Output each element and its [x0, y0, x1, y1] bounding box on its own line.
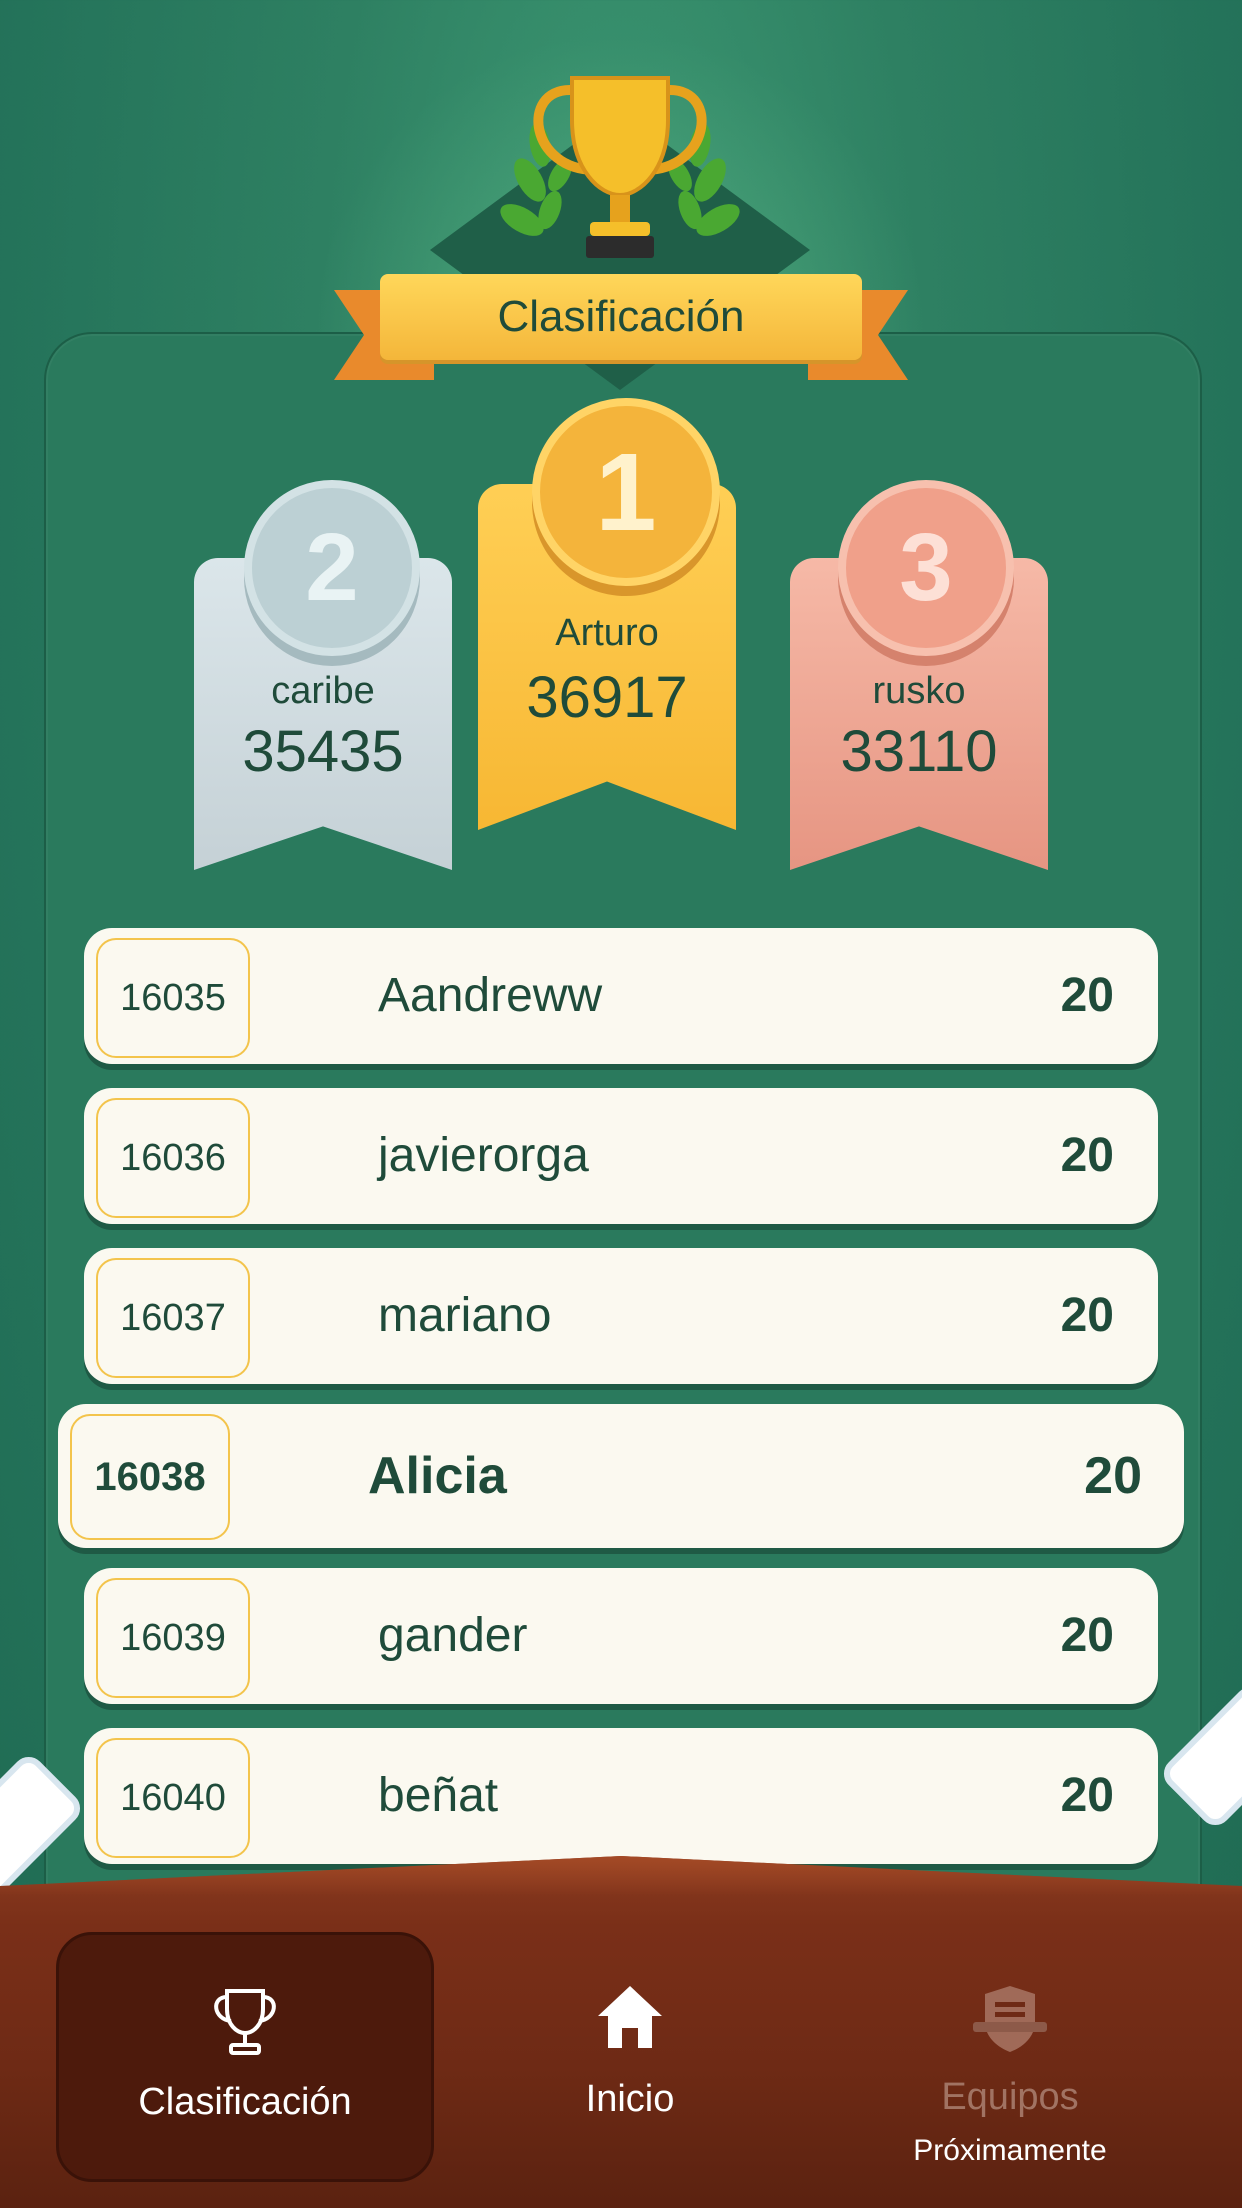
nav-home-label: Inicio: [585, 2078, 675, 2120]
podium-score: 35435: [242, 719, 404, 784]
podium-score: 33110: [840, 719, 998, 784]
trophy-icon: [500, 60, 740, 290]
player-name: javierorga: [378, 1129, 589, 1182]
podium-name: caribe: [271, 670, 375, 712]
home-icon: [594, 1982, 666, 2056]
nav-teams[interactable]: Equipos Próximamente: [850, 1932, 1170, 2176]
player-name: mariano: [378, 1289, 552, 1342]
shield-icon: [965, 1982, 1055, 2058]
leaderboard-row[interactable]: 16037 mariano 20: [84, 1248, 1158, 1384]
player-points: 20: [1060, 1769, 1114, 1822]
player-points: 20: [1084, 1447, 1142, 1505]
medal-second: 2: [244, 480, 420, 656]
nav-home[interactable]: Inicio: [470, 1932, 790, 2176]
nav-teams-label: Equipos: [941, 2076, 1079, 2118]
rank-badge: 16038: [70, 1414, 230, 1540]
leaderboard-row[interactable]: 16035 Aandreww 20: [84, 928, 1158, 1064]
player-name: Alicia: [368, 1447, 507, 1505]
current-user-row[interactable]: 16038 Alicia 20: [58, 1404, 1184, 1548]
player-points: 20: [1060, 1609, 1114, 1662]
medal-third: 3: [838, 480, 1014, 656]
rank-badge: 16036: [96, 1098, 250, 1218]
podium-name: rusko: [872, 670, 966, 712]
player-points: 20: [1060, 1289, 1114, 1342]
player-name: gander: [378, 1609, 528, 1662]
page-title: Clasificación: [380, 274, 862, 360]
player-name: Aandreww: [378, 969, 603, 1022]
player-points: 20: [1060, 1129, 1114, 1182]
trophy-icon: [205, 1985, 285, 2061]
medal-first: 1: [532, 398, 720, 586]
nav-leaderboard-label: Clasificación: [138, 2081, 352, 2123]
rank-badge: 16040: [96, 1738, 250, 1858]
podium-score: 36917: [526, 665, 688, 730]
rank-badge: 16035: [96, 938, 250, 1058]
leaderboard-row[interactable]: 16039 gander 20: [84, 1568, 1158, 1704]
rank-badge: 16039: [96, 1578, 250, 1698]
leaderboard-row[interactable]: 16036 javierorga 20: [84, 1088, 1158, 1224]
rank-badge: 16037: [96, 1258, 250, 1378]
leaderboard-row[interactable]: 16040 beñat 20: [84, 1728, 1158, 1864]
nav-teams-sublabel: Próximamente: [913, 2134, 1107, 2167]
podium-name: Arturo: [555, 612, 659, 654]
nav-leaderboard[interactable]: Clasificación: [56, 1932, 434, 2182]
player-points: 20: [1060, 969, 1114, 1022]
player-name: beñat: [378, 1769, 499, 1822]
